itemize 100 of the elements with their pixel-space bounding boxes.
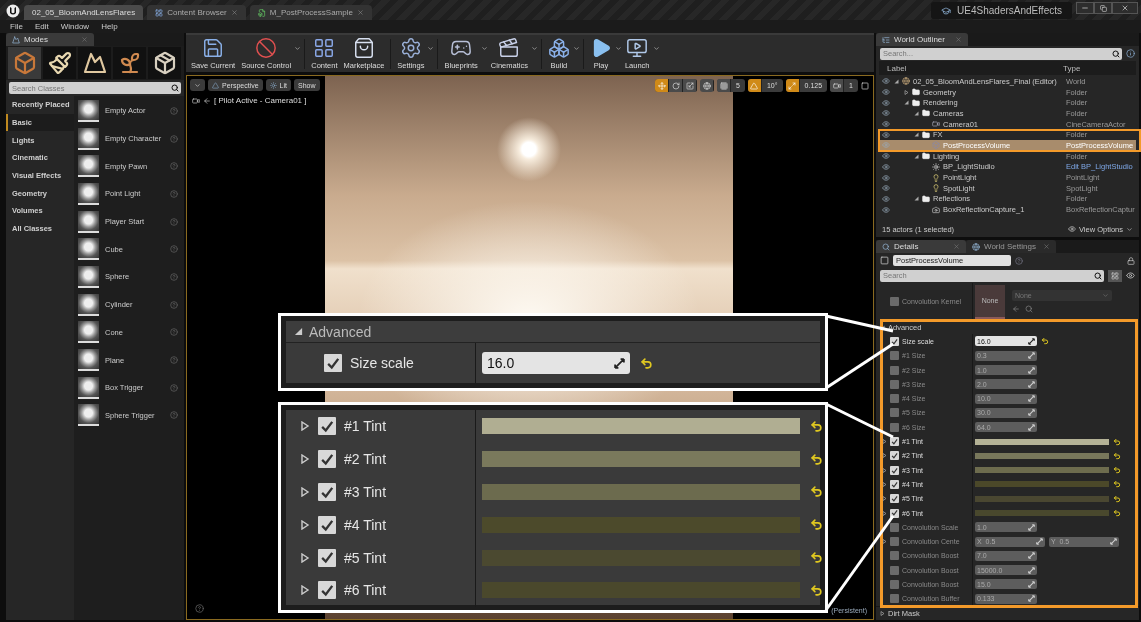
help-icon[interactable] [195,604,204,613]
camera-icon[interactable] [192,96,200,105]
camera-icon[interactable] [832,81,841,90]
caret-icon[interactable] [480,45,488,52]
caret-icon[interactable] [652,45,660,52]
document-tab[interactable]: 02_05_BloomAndLensFlares [24,5,144,20]
reset-arrow-icon[interactable] [810,419,823,433]
document-tab[interactable]: Content Browser [147,5,246,20]
reset-arrow-icon[interactable] [1113,437,1121,446]
panel-tab[interactable]: Details [876,240,966,253]
checkbox[interactable] [890,565,899,575]
checkbox[interactable] [890,365,899,375]
caret-icon[interactable] [614,45,622,52]
checkbox[interactable] [324,354,342,372]
reset-arrow-icon[interactable] [1041,337,1049,346]
eye-icon[interactable] [882,98,890,107]
eye-icon[interactable] [882,205,890,214]
help-icon[interactable] [1015,256,1023,265]
triangle-icon[interactable] [914,153,919,159]
checkbox[interactable] [890,297,899,306]
outline-triangle-icon[interactable] [882,453,887,459]
mode-tool[interactable] [113,47,146,79]
reset-arrow-icon[interactable] [810,583,823,597]
reset-arrow-icon[interactable] [1113,466,1121,475]
outline-triangle-icon[interactable] [882,496,887,502]
maximize-button[interactable] [1094,2,1112,14]
lock-icon[interactable] [1127,256,1135,265]
color-swatch[interactable] [482,418,800,435]
outline-triangle-icon[interactable] [880,611,885,616]
checkbox[interactable] [890,408,899,418]
triangle-icon[interactable] [294,327,303,336]
reset-arrow-icon[interactable] [1113,509,1121,517]
eye-icon[interactable] [1126,271,1135,280]
checkbox[interactable] [890,522,899,532]
menu-item[interactable]: Help [101,22,118,31]
reset-arrow-icon[interactable] [1113,494,1121,503]
triangle-icon[interactable] [914,196,919,202]
outline-triangle-icon[interactable] [882,481,887,487]
reset-arrow-icon[interactable] [1113,480,1121,489]
panel-tab[interactable]: World Outliner [876,33,968,46]
reset-arrow-icon[interactable] [640,356,653,370]
eye-icon[interactable] [882,77,890,86]
rotate-icon[interactable] [671,81,680,90]
triangle-icon[interactable] [914,110,919,116]
menu-item[interactable]: File [10,22,23,31]
viewport-menu-button[interactable] [190,79,205,91]
triangle-icon[interactable] [914,132,919,138]
checkbox[interactable] [890,351,899,361]
eye-icon[interactable] [882,162,890,171]
outline-triangle-icon[interactable] [904,89,909,95]
checkbox[interactable] [890,594,899,604]
eye-icon[interactable] [882,173,890,182]
maximize-icon[interactable] [861,81,869,90]
panel-tab[interactable]: World Settings [966,240,1056,253]
caret-icon[interactable] [572,45,580,52]
checkbox[interactable] [318,548,336,567]
minimize-button[interactable] [1076,2,1094,14]
outline-triangle-icon[interactable] [882,439,887,444]
scale-icon[interactable] [685,81,694,90]
triangle-icon[interactable] [904,100,909,106]
checkbox[interactable] [890,551,899,561]
color-swatch[interactable] [975,481,1109,488]
number-field[interactable]: 16.0 [482,352,630,374]
color-swatch[interactable] [482,484,800,500]
checkbox[interactable] [890,422,899,432]
checkbox[interactable] [890,451,899,461]
mode-tool[interactable] [78,47,111,79]
triangle-icon[interactable] [894,78,899,84]
checkbox[interactable] [318,450,336,469]
checkbox[interactable] [318,515,336,534]
reset-arrow-icon[interactable] [810,551,823,565]
caret-icon[interactable] [427,45,435,52]
globe-icon[interactable] [702,81,711,90]
reset-arrow-icon[interactable] [810,452,823,466]
eye-icon[interactable] [882,194,890,203]
outline-triangle-icon[interactable] [300,487,310,497]
checkbox[interactable] [890,494,899,504]
checkbox[interactable] [890,465,899,475]
outline-triangle-icon[interactable] [882,467,887,473]
color-swatch[interactable] [975,510,1109,516]
reset-arrow-icon[interactable] [810,518,823,532]
close-icon[interactable] [230,9,238,16]
close-icon[interactable] [1043,243,1050,250]
close-button[interactable] [1112,2,1138,14]
checkbox[interactable] [890,336,899,346]
checkbox[interactable] [890,508,899,518]
column-header[interactable]: Type [1055,63,1081,73]
reset-arrow-icon[interactable] [810,485,823,499]
document-tab[interactable]: M_PostProcessSample [249,5,372,20]
eye-icon[interactable] [882,184,890,193]
eye-icon[interactable] [882,130,890,139]
checkbox[interactable] [890,479,899,489]
eye-icon[interactable] [882,88,890,97]
panel-tab[interactable]: Modes [6,33,94,46]
outline-triangle-icon[interactable] [300,421,310,432]
grid-view-button[interactable] [1108,269,1122,282]
outline-triangle-icon[interactable] [300,454,310,465]
outline-triangle-icon[interactable] [300,585,310,596]
color-swatch[interactable] [975,438,1109,445]
outline-triangle-icon[interactable] [882,539,887,545]
